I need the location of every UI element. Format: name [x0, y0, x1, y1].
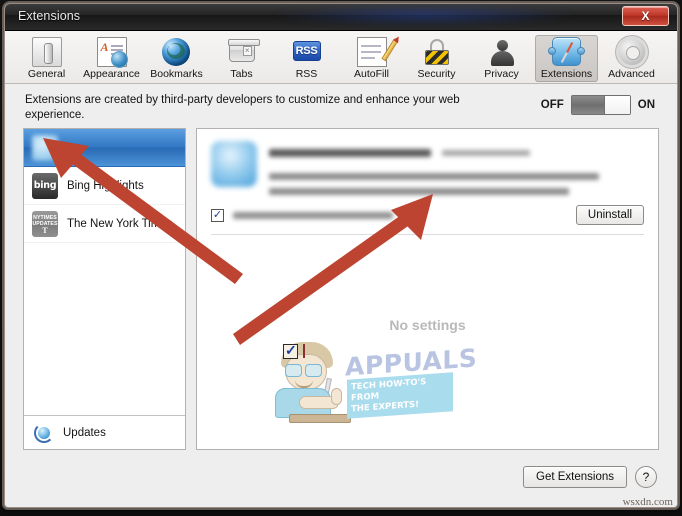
toolbar-item-autofill[interactable]: AutoFill — [340, 35, 403, 82]
blurred-extension-large-icon — [211, 141, 257, 187]
extensions-icon — [547, 37, 585, 67]
toggle-knob — [603, 96, 630, 114]
bing-icon: bing — [32, 172, 58, 199]
no-settings-message: No settings — [389, 317, 466, 333]
extensions-list: bing Bing Highlights NYTIMES UPDATES T T… — [24, 129, 185, 415]
blurred-extension-version — [442, 149, 531, 156]
toolbar-item-tabs[interactable]: Tabs — [210, 35, 273, 82]
bookmarks-icon — [161, 37, 192, 67]
detail-text-block — [269, 141, 644, 195]
list-item-label — [67, 142, 112, 154]
toolbar-item-security[interactable]: Security — [405, 35, 468, 82]
list-item-selected-extension[interactable] — [24, 129, 185, 167]
window-title: Extensions — [18, 9, 81, 23]
general-icon — [31, 37, 62, 67]
detail-header — [197, 129, 658, 195]
blurred-extension-title — [269, 148, 431, 157]
description-strip: Extensions are created by third-party de… — [5, 84, 677, 128]
appearance-letter: A — [100, 40, 109, 54]
toolbar-item-appearance[interactable]: A Appearance — [80, 35, 143, 82]
extensions-sidebar: bing Bing Highlights NYTIMES UPDATES T T… — [23, 128, 186, 450]
blurred-description-line-2 — [269, 188, 569, 195]
help-button[interactable]: ? — [635, 466, 657, 488]
appearance-icon: A — [96, 37, 128, 68]
toggle-on-label: ON — [637, 99, 655, 111]
toolbar-label-bookmarks: Bookmarks — [150, 68, 203, 80]
preferences-toolbar: General A Appearance Bookmarks Tabs — [5, 31, 677, 84]
list-item-bing-highlights[interactable]: bing Bing Highlights — [24, 167, 185, 205]
toolbar-label-appearance: Appearance — [83, 68, 140, 80]
extensions-description: Extensions are created by third-party de… — [25, 94, 460, 121]
window-footer: Get Extensions ? wsxdn.com — [5, 450, 677, 507]
tabs-icon — [227, 37, 260, 67]
desktop-background: Extensions X General A Appearance Bookma… — [0, 0, 682, 516]
close-button[interactable]: X — [622, 6, 669, 26]
appearance-globe-icon — [110, 51, 128, 68]
title-bar: Extensions X — [5, 4, 677, 31]
detail-enable-row: ✓ Uninstall — [211, 205, 644, 235]
rss-icon: RSS — [292, 37, 322, 67]
extensions-master-toggle-group: OFF ON — [541, 95, 655, 115]
toolbar-item-privacy[interactable]: Privacy — [470, 35, 533, 82]
toolbar-label-advanced: Advanced — [608, 68, 655, 80]
toolbar-item-advanced[interactable]: Advanced — [600, 35, 663, 82]
toolbar-label-autofill: AutoFill — [353, 68, 389, 80]
titlebar-glow — [275, 4, 575, 26]
updates-label: Updates — [63, 426, 106, 439]
get-extensions-button[interactable]: Get Extensions — [523, 466, 627, 488]
toggle-track — [571, 96, 606, 114]
uninstall-button[interactable]: Uninstall — [575, 205, 644, 225]
autofill-icon — [356, 37, 398, 67]
privacy-person-icon — [487, 37, 517, 67]
list-item-label: Bing Highlights — [67, 179, 144, 192]
refresh-icon — [34, 422, 54, 443]
toolbar-item-rss[interactable]: RSS RSS — [275, 35, 338, 82]
extensions-content-area: bing Bing Highlights NYTIMES UPDATES T T… — [23, 128, 659, 450]
advanced-gear-icon — [616, 36, 648, 68]
nytimes-updates-icon: NYTIMES UPDATES T — [32, 210, 58, 237]
blurred-extension-icon — [32, 134, 58, 161]
toolbar-label-extensions: Extensions — [540, 68, 593, 80]
toolbar-item-bookmarks[interactable]: Bookmarks — [145, 35, 208, 82]
toolbar-item-general[interactable]: General — [15, 35, 78, 82]
blurred-checkbox-label — [233, 212, 393, 219]
extensions-master-toggle[interactable] — [570, 95, 631, 115]
security-lock-icon — [422, 37, 452, 67]
toolbar-label-tabs: Tabs — [230, 68, 253, 80]
site-watermark: wsxdn.com — [622, 496, 673, 508]
sidebar-item-updates[interactable]: Updates — [24, 415, 185, 449]
enable-extension-checkbox[interactable]: ✓ — [211, 209, 224, 222]
toggle-off-label: OFF — [540, 99, 564, 111]
toolbar-label-general: General — [27, 68, 66, 80]
blurred-description-line-1 — [269, 173, 599, 180]
list-item-label: The New York Times — [67, 217, 173, 230]
nyt-glyph: T — [42, 225, 48, 235]
rss-badge: RSS — [292, 41, 321, 61]
extensions-preferences-window: Extensions X General A Appearance Bookma… — [4, 3, 678, 508]
extension-detail-panel: ✓ Uninstall No settings — [196, 128, 659, 450]
toolbar-label-rss: RSS — [295, 68, 318, 80]
toolbar-label-security: Security — [417, 68, 456, 80]
list-item-new-york-times[interactable]: NYTIMES UPDATES T The New York Times — [24, 205, 185, 243]
toolbar-item-extensions[interactable]: Extensions — [535, 35, 598, 82]
toolbar-label-privacy: Privacy — [484, 68, 519, 80]
